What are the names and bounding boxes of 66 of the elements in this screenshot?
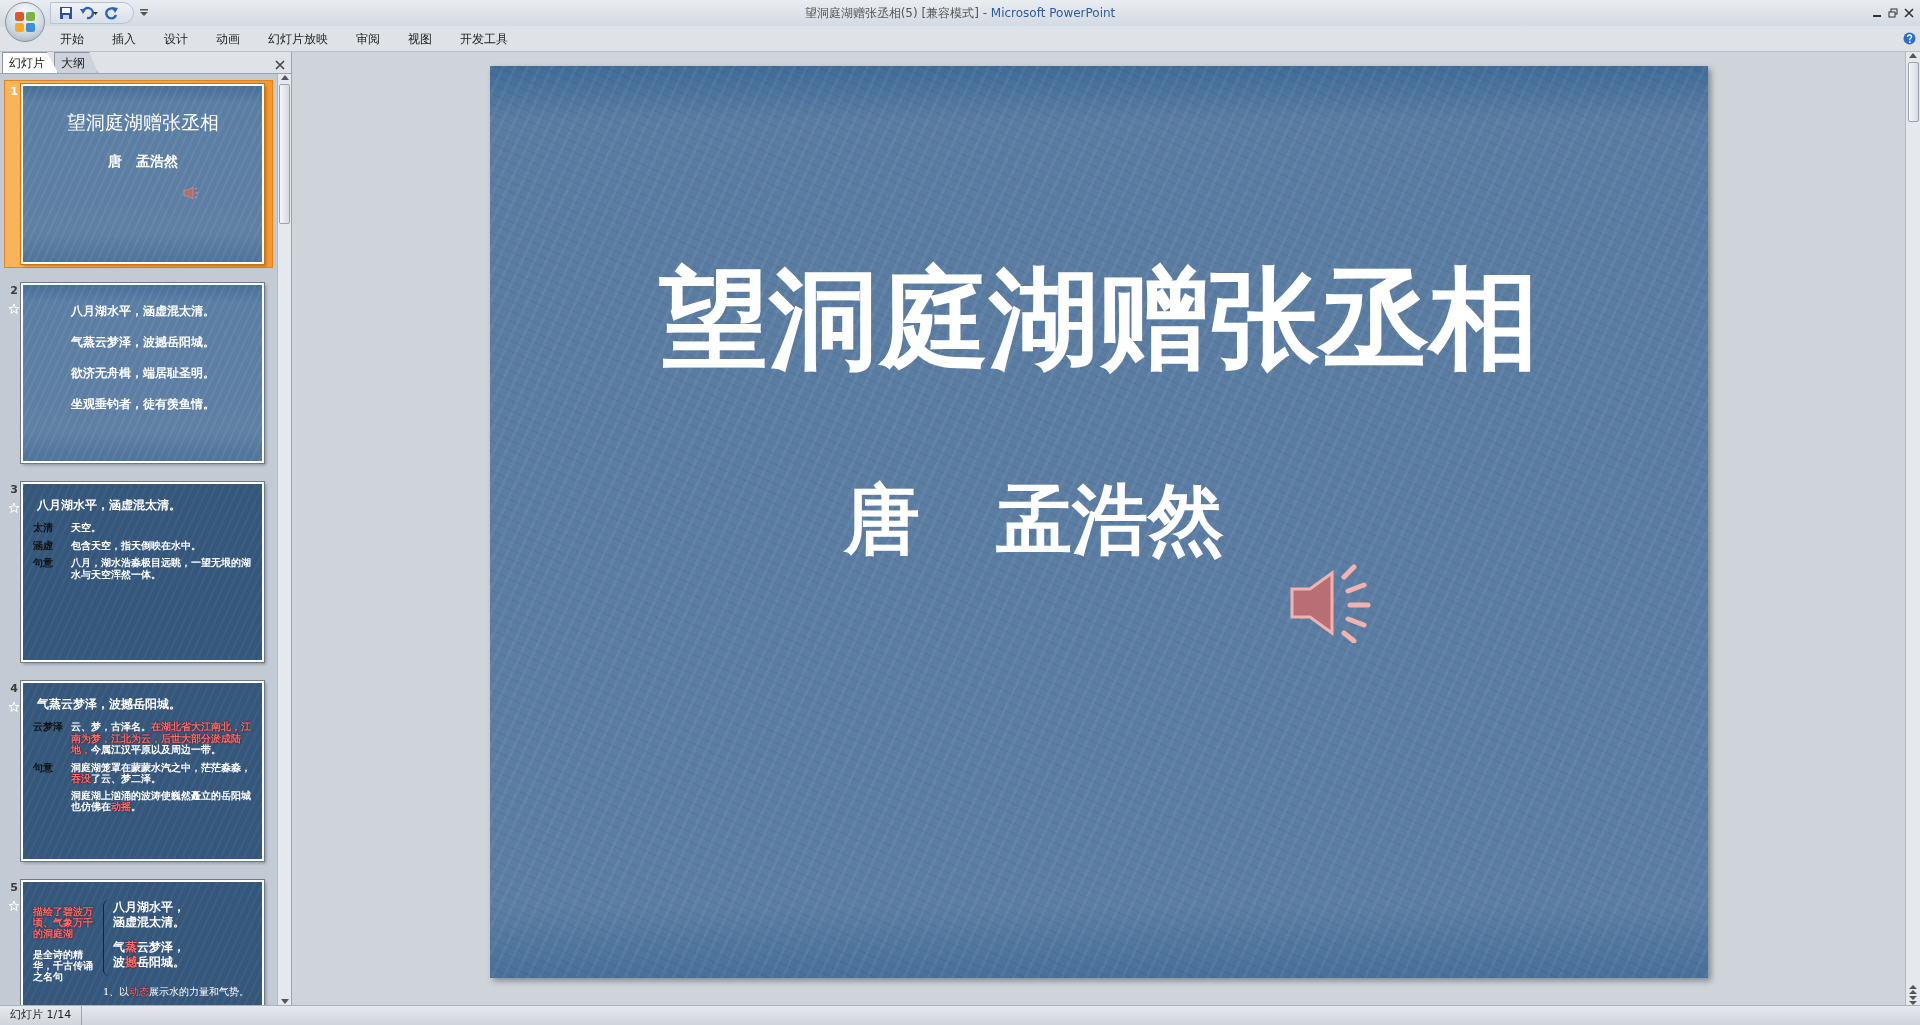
ribbon-tab[interactable]: 幻灯片放映 bbox=[268, 27, 328, 50]
slide-subtitle: 唐 孟浩然 bbox=[843, 473, 1224, 566]
poem-line: 波撼岳阳城。 bbox=[113, 955, 185, 970]
slide-thumbnail[interactable]: 气蒸云梦泽，波撼岳阳城。 云梦泽 云、梦，古泽名。在湖北省大江南北，江南为梦，江北为云，后世大部分淤成陆地，今属江汉平原以及周边一带。 句意 洞庭湖笼罩在蒙蒙水汽之中，茫茫淼淼， 吞没了云、梦二泽。 洞庭湖上汹涌的波涛使巍然矗立的岳阳城也仿佛在动摇。 bbox=[21, 681, 264, 861]
ribbon-tab[interactable]: 开始 bbox=[60, 27, 84, 50]
slide-thumbnail[interactable]: 八月湖水平，涵虚混太清。 太清 天空。 涵虚 包含天空，指天倒映在水中。 句意 八月，湖水浩淼极目远眺，一望无垠的湖水与天空浑然一体。 bbox=[21, 482, 264, 662]
previous-slide-icon[interactable] bbox=[1909, 985, 1917, 995]
poem-line: 八月湖水平，涵虚混太清。 bbox=[70, 303, 215, 320]
slide-number: 3 bbox=[10, 482, 18, 498]
note-text: 描绘了碧波万顷、气象万千的洞庭湖 bbox=[33, 906, 94, 939]
ribbon-tab[interactable]: 视图 bbox=[408, 27, 432, 50]
scrollbar[interactable] bbox=[1905, 52, 1920, 1005]
undo-icon[interactable] bbox=[79, 6, 99, 20]
slide-thumbnail[interactable]: 望洞庭湖赠张丞相 唐 孟浩然 bbox=[21, 84, 264, 264]
slide-thumbnail[interactable]: 描绘了碧波万顷、气象万千的洞庭湖 是全诗的精华，千古传诵之名句 八月湖水平， 涵虚混太清。 气蒸云梦泽， 波撼岳阳城。 1、以动态展示水的力量和气势。 bbox=[21, 880, 264, 1005]
scroll-thumb[interactable] bbox=[1907, 62, 1919, 122]
poem-line: 欲济无舟楫，端居耻圣明。 bbox=[70, 365, 215, 382]
ribbon-tab[interactable]: 开发工具 bbox=[460, 27, 508, 50]
next-slide-icon[interactable] bbox=[1909, 995, 1917, 1005]
poem-line: 涵虚混太清。 bbox=[113, 915, 185, 930]
ribbon-tab[interactable]: 插入 bbox=[112, 27, 136, 50]
window-title: 望洞庭湖赠张丞相(5) [兼容模式] - Microsoft PowerPoint bbox=[804, 6, 1116, 20]
pane-tab[interactable]: 幻灯片 bbox=[2, 52, 58, 73]
save-icon[interactable] bbox=[59, 6, 73, 20]
restore-icon[interactable] bbox=[1888, 8, 1898, 18]
scrollbar[interactable] bbox=[277, 74, 291, 1005]
definition-text: 云、梦，古泽名。在湖北省大江南北，江南为梦，江北为云，后世大部分淤成陆地，今属江汉平原以及周边一带。 bbox=[71, 721, 252, 756]
ribbon-tab[interactable]: 动画 bbox=[216, 27, 240, 50]
definition-text: 包含天空，指天倒映在水中。 bbox=[71, 539, 201, 551]
slide-subtitle: 唐 孟浩然 bbox=[107, 151, 178, 171]
poem-line: 坐观垂钓者，徒有羡鱼情。 bbox=[70, 396, 215, 413]
pane-tab[interactable]: 大纲 bbox=[54, 52, 98, 73]
customize-arrow-icon[interactable] bbox=[140, 9, 148, 17]
definition-text: 洞庭湖上汹涌的波涛使巍然矗立的岳阳城也仿佛在动摇。 bbox=[71, 789, 252, 813]
close-icon[interactable] bbox=[275, 60, 285, 70]
close-icon[interactable] bbox=[1904, 8, 1914, 18]
note-text: 是全诗的精华，千古传诵之名句 bbox=[33, 949, 94, 982]
slide-number: 4 bbox=[10, 681, 18, 697]
slide-number: 5 bbox=[10, 880, 18, 896]
help-icon[interactable] bbox=[1903, 32, 1916, 45]
speaker-icon bbox=[183, 186, 199, 200]
term-label: 涵虚 bbox=[33, 539, 54, 551]
ribbon-tab[interactable]: 设计 bbox=[164, 27, 188, 50]
slide-thumbnail[interactable]: 八月湖水平，涵虚混太清。 气蒸云梦泽，波撼岳阳城。 欲济无舟楫，端居耻圣明。 坐观垂钓者，徒有羡鱼情。 bbox=[21, 283, 264, 463]
logo-icon bbox=[14, 11, 36, 33]
footer-text: 1、以动态展示水的力量和气势。 bbox=[103, 985, 251, 999]
poem-line: 八月湖水平， bbox=[113, 900, 185, 915]
term-label: 句意 bbox=[33, 557, 54, 570]
slide-title: 望洞庭湖赠张丞相 bbox=[66, 110, 219, 135]
ribbon-tab[interactable]: 审阅 bbox=[356, 27, 380, 50]
redo-icon[interactable] bbox=[105, 6, 119, 20]
definition-text: 八月，湖水浩淼极目远眺，一望无垠的湖水与天空浑然一体。 bbox=[71, 557, 252, 580]
slide-number: 2 bbox=[10, 283, 18, 299]
slide-heading: 气蒸云梦泽，波撼岳阳城。 bbox=[37, 696, 182, 713]
slide-indicator: 幻灯片 1/14 bbox=[0, 1006, 83, 1025]
term-label: 云梦泽 bbox=[33, 721, 63, 734]
term-label: 句意 bbox=[33, 761, 54, 775]
definition-text: 天空。 bbox=[71, 522, 101, 534]
scroll-thumb[interactable] bbox=[279, 84, 290, 224]
poem-line: 气蒸云梦泽，波撼岳阳城。 bbox=[70, 334, 215, 351]
slide-title: 望洞庭湖赠张丞相 bbox=[658, 256, 1539, 383]
definition-text: 洞庭湖笼罩在蒙蒙水汽之中，茫茫淼淼， 吞没了云、梦二泽。 bbox=[71, 761, 252, 785]
slide-number: 1 bbox=[10, 84, 18, 100]
poem-line: 气蒸云梦泽， bbox=[113, 940, 185, 955]
slide-heading: 八月湖水平，涵虚混太清。 bbox=[37, 497, 182, 514]
term-label: 太清 bbox=[33, 522, 54, 534]
